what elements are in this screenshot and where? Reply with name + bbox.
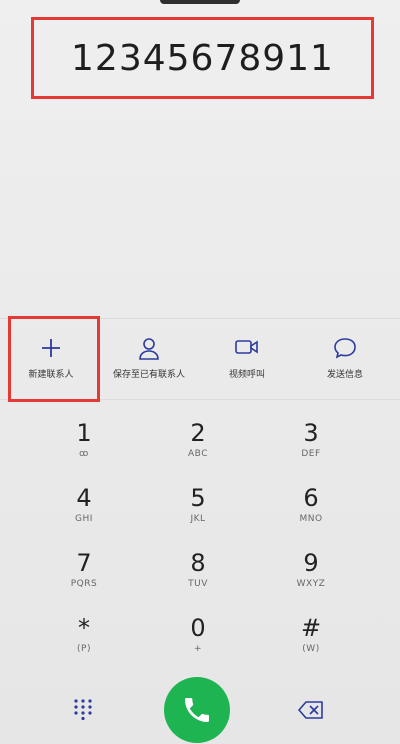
save-to-existing-contact-button[interactable]: 保存至已有联系人	[104, 319, 194, 399]
backspace-icon	[298, 701, 323, 719]
key-digit: 5	[190, 484, 206, 512]
video-call-label: 视频呼叫	[228, 370, 265, 380]
save-to-existing-contact-label: 保存至已有联系人	[112, 370, 185, 380]
dialed-number: 12345678911	[71, 37, 334, 79]
key-9[interactable]: 9 WXYZ	[256, 550, 366, 610]
dialer-screen: 12345678911 新建联系人 保存至已有联系人 视频呼叫 发送信息 1 ꝏ…	[0, 0, 400, 744]
top-notch	[160, 0, 240, 4]
key-2[interactable]: 2 ABC	[143, 420, 253, 480]
key-6[interactable]: 6 MNO	[256, 485, 366, 545]
key-letters: GHI	[75, 514, 93, 524]
key-digit: 4	[76, 484, 92, 512]
key-hash[interactable]: # (W)	[256, 615, 366, 675]
key-letters: MNO	[299, 514, 323, 524]
call-button[interactable]	[164, 677, 230, 743]
bottom-bar	[0, 670, 400, 744]
key-1[interactable]: 1 ꝏ	[29, 420, 139, 480]
key-8[interactable]: 8 TUV	[143, 550, 253, 610]
key-digit: #	[300, 614, 322, 642]
key-4[interactable]: 4 GHI	[29, 485, 139, 545]
new-contact-highlight	[8, 316, 100, 402]
key-0[interactable]: 0 +	[143, 615, 253, 675]
send-message-label: 发送信息	[326, 370, 363, 380]
dialpad-grid-icon	[74, 699, 92, 720]
key-letters: JKL	[190, 514, 206, 524]
key-letters: WXYZ	[296, 579, 326, 589]
voicemail-icon: ꝏ	[79, 449, 89, 459]
key-letters: +	[193, 644, 203, 654]
key-3[interactable]: 3 DEF	[256, 420, 366, 480]
key-letters: DEF	[301, 449, 321, 459]
key-star[interactable]: * (P)	[29, 615, 139, 675]
delete-button[interactable]	[296, 696, 326, 724]
key-digit: 0	[190, 614, 206, 642]
person-icon	[104, 337, 194, 360]
key-letters: (W)	[302, 644, 320, 654]
dialpad-toggle-button[interactable]	[68, 694, 98, 724]
phone-icon	[185, 698, 209, 722]
key-digit: 9	[303, 549, 319, 577]
dialed-number-display[interactable]: 12345678911	[31, 17, 374, 99]
key-digit: *	[78, 614, 90, 642]
send-message-button[interactable]: 发送信息	[300, 319, 390, 399]
message-bubble-icon	[300, 337, 390, 359]
key-letters: ABC	[188, 449, 208, 459]
key-7[interactable]: 7 PQRS	[29, 550, 139, 610]
key-digit: 2	[190, 419, 206, 447]
key-digit: 6	[303, 484, 319, 512]
key-digit: 3	[303, 419, 319, 447]
video-camera-icon	[202, 337, 292, 359]
key-letters: TUV	[188, 579, 208, 589]
key-letters: PQRS	[70, 579, 98, 589]
key-digit: 1	[76, 419, 92, 447]
key-digit: 8	[190, 549, 206, 577]
key-5[interactable]: 5 JKL	[143, 485, 253, 545]
key-letters: (P)	[77, 644, 91, 654]
key-digit: 7	[76, 549, 92, 577]
video-call-button[interactable]: 视频呼叫	[202, 319, 292, 399]
